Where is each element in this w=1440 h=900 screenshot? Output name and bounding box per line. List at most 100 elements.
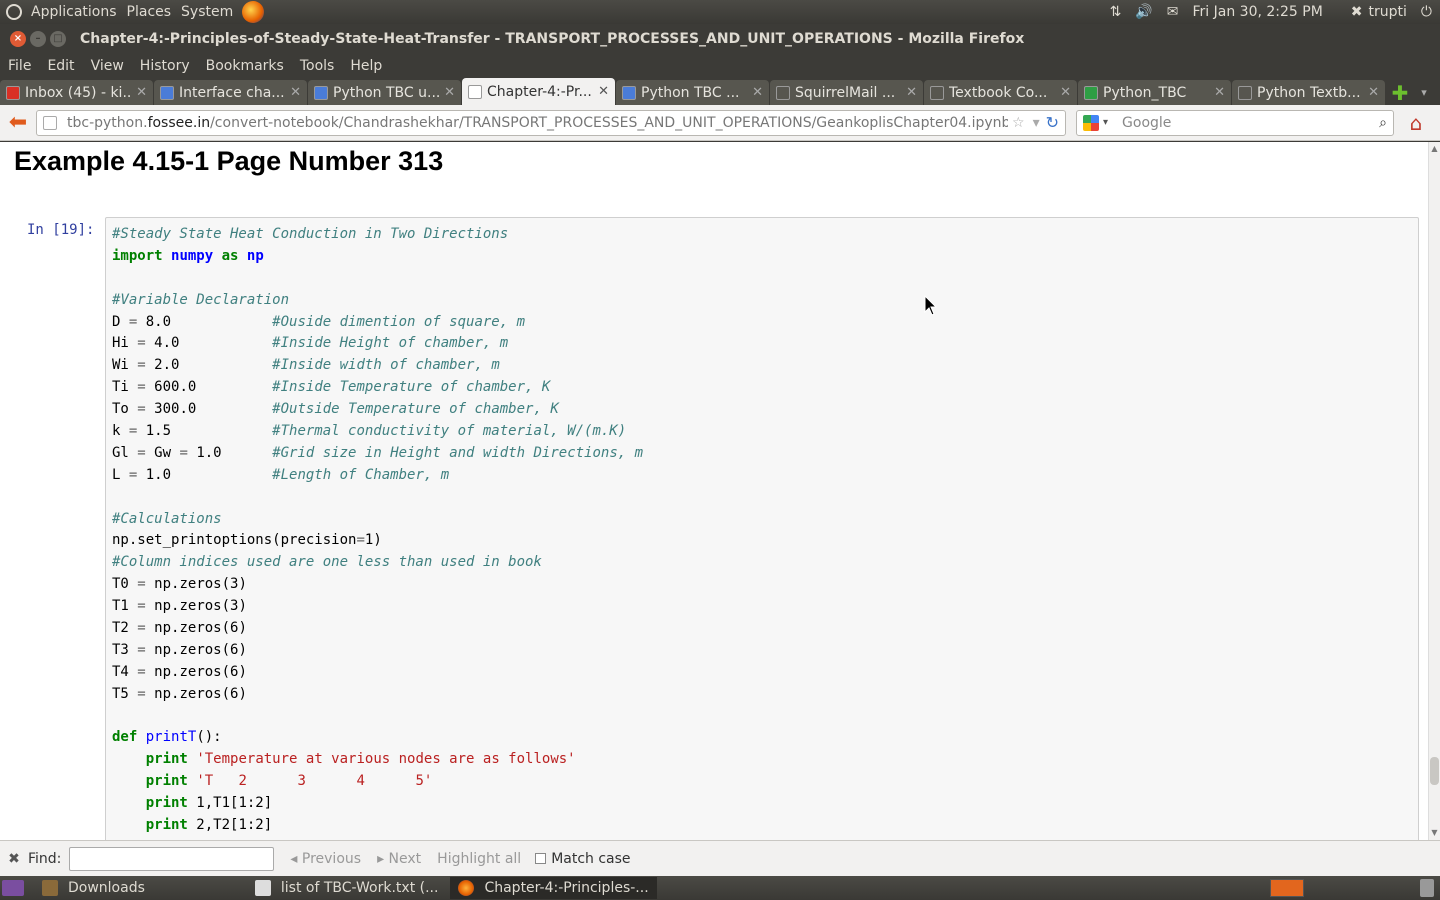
tab-8[interactable]: Python Textb... ✕ [1232, 80, 1385, 105]
volume-icon[interactable]: 🔊 [1135, 4, 1152, 20]
search-bar[interactable]: ▾ Google ⌕ [1076, 109, 1394, 136]
code-token: zeros(6) [179, 620, 247, 637]
code-token: #Inside Temperature of chamber, K [272, 379, 551, 396]
url-text[interactable]: tbc-python.fossee.in/convert-notebook/Ch… [67, 115, 1008, 131]
tab-0[interactable]: Inbox (45) - ki... ✕ [0, 80, 153, 105]
taskbar-item-firefox[interactable]: Chapter-4:-Principles-... [450, 877, 657, 899]
show-desktop-icon[interactable] [2, 880, 24, 896]
mail-icon[interactable]: ✉ [1167, 4, 1179, 20]
close-tab-icon[interactable]: ✕ [598, 84, 609, 99]
tab-list-icon[interactable]: ▾ [1414, 80, 1434, 105]
close-tab-icon[interactable]: ✕ [1214, 85, 1225, 100]
menu-file[interactable]: File [3, 58, 36, 74]
taskbar-item-text-editor[interactable]: list of TBC-Work.txt (... [247, 877, 447, 899]
back-arrow-icon[interactable]: ⬅ [0, 110, 36, 135]
google-engine-icon[interactable] [1083, 114, 1099, 131]
tab-2[interactable]: Python TBC u... ✕ [308, 80, 461, 105]
tab-label: Python TBC ... [641, 84, 740, 101]
close-tab-icon[interactable]: ✕ [136, 85, 147, 100]
maximize-window-icon[interactable]: □ [50, 31, 66, 47]
close-tab-icon[interactable]: ✕ [290, 85, 301, 100]
firefox-launcher-icon[interactable] [242, 1, 265, 23]
code-token: Hi [112, 335, 138, 352]
system-menu[interactable]: System [176, 4, 238, 20]
code-token: T3 [112, 641, 138, 658]
highlight-all-button[interactable]: Highlight all [437, 851, 521, 867]
dropdown-arrow-icon[interactable]: ▾ [1033, 115, 1040, 131]
power-icon[interactable]: ⏻ [1421, 4, 1432, 20]
code-token: #Outside Temperature of chamber, K [272, 401, 559, 418]
engine-dropdown-icon[interactable]: ▾ [1103, 117, 1108, 128]
tab-7[interactable]: Python_TBC ✕ [1078, 80, 1231, 105]
code-line: Ti = 600.0 #Inside Temperature of chambe… [112, 377, 643, 399]
url-bar[interactable]: tbc-python.fossee.in/convert-notebook/Ch… [36, 109, 1066, 136]
tab-favicon-icon [930, 85, 944, 100]
menu-view[interactable]: View [86, 58, 129, 74]
code-token: numpy [171, 247, 214, 264]
find-next-button[interactable]: ▸ Next [377, 851, 421, 867]
code-line: T2 = np.zeros(6) [112, 618, 643, 640]
bookmark-star-icon[interactable]: ☆ [1012, 115, 1025, 131]
reload-icon[interactable]: ↻ [1046, 113, 1059, 132]
code-token: 'T 2 3 4 5' [196, 773, 433, 790]
places-menu[interactable]: Places [122, 4, 177, 20]
downloads-window-icon [42, 880, 58, 896]
tab-4[interactable]: Python TBC ... ✕ [616, 80, 769, 105]
code-token: 1.0 [137, 466, 273, 483]
menu-bookmarks[interactable]: Bookmarks [201, 58, 289, 74]
code-token: = [137, 379, 146, 396]
search-icon[interactable]: ⌕ [1379, 115, 1387, 131]
code-token: Wi [112, 357, 138, 374]
menu-edit[interactable]: Edit [42, 58, 79, 74]
close-tab-icon[interactable]: ✕ [1368, 85, 1379, 100]
code-token: T4 [112, 663, 138, 680]
code-token: 1.0 [187, 444, 273, 461]
trash-icon[interactable] [1420, 879, 1434, 897]
network-icon[interactable]: ⇅ [1110, 4, 1122, 20]
tab-label: Python Textb... [1257, 84, 1361, 101]
menu-help[interactable]: Help [345, 58, 387, 74]
code-token: print [145, 773, 188, 790]
new-tab-icon[interactable]: ✚ [1386, 80, 1414, 105]
code-token: 600.0 [145, 379, 273, 396]
close-tab-icon[interactable]: ✕ [1060, 85, 1071, 100]
code-line: #Column indices used are one less than u… [112, 552, 643, 574]
ubuntu-logo-icon[interactable] [6, 4, 22, 20]
close-tab-icon[interactable]: ✕ [444, 85, 455, 100]
workspace-switcher[interactable] [1270, 879, 1304, 897]
code-token: set_printoptions [137, 532, 273, 549]
clock[interactable]: Fri Jan 30, 2:25 PM [1193, 4, 1323, 20]
tab-5[interactable]: SquirrelMail ... ✕ [770, 80, 923, 105]
match-case-checkbox[interactable]: Match case [535, 851, 631, 867]
find-input[interactable] [69, 846, 275, 871]
home-icon[interactable]: ⌂ [1400, 111, 1432, 135]
tab-3[interactable]: Chapter-4:-Pr... ✕ [462, 78, 615, 105]
scrollbar-thumb[interactable] [1430, 757, 1439, 785]
minimize-window-icon[interactable]: – [30, 31, 46, 47]
close-tab-icon[interactable]: ✕ [906, 85, 917, 100]
site-identity-icon[interactable] [43, 115, 57, 130]
user-menu[interactable]: trupti [1369, 4, 1407, 20]
close-tab-icon[interactable]: ✕ [752, 85, 763, 100]
scroll-up-icon[interactable]: ▲ [1430, 144, 1439, 153]
tab-label: Chapter-4:-Pr... [487, 83, 592, 100]
taskbar-item-downloads[interactable]: Downloads [34, 877, 153, 899]
find-previous-button[interactable]: ◂ Previous [290, 851, 361, 867]
menu-tools[interactable]: Tools [295, 58, 340, 74]
navigation-toolbar: ⬅ tbc-python.fossee.in/convert-notebook/… [0, 105, 1440, 141]
tab-6[interactable]: Textbook Co... ✕ [924, 80, 1077, 105]
applications-menu[interactable]: Applications [26, 4, 122, 20]
close-findbar-icon[interactable]: ✖ [0, 851, 28, 867]
scroll-down-icon[interactable]: ▼ [1430, 828, 1439, 837]
menu-history[interactable]: History [135, 58, 195, 74]
search-placeholder[interactable]: Google [1122, 115, 1379, 131]
close-window-icon[interactable]: × [10, 31, 26, 47]
checkbox-icon[interactable] [535, 853, 547, 864]
tab-1[interactable]: Interface cha... ✕ [154, 80, 307, 105]
vertical-scrollbar[interactable]: ▲ ▼ [1428, 142, 1440, 840]
code-token: = [137, 401, 146, 418]
code-token: 4.0 [145, 335, 273, 352]
